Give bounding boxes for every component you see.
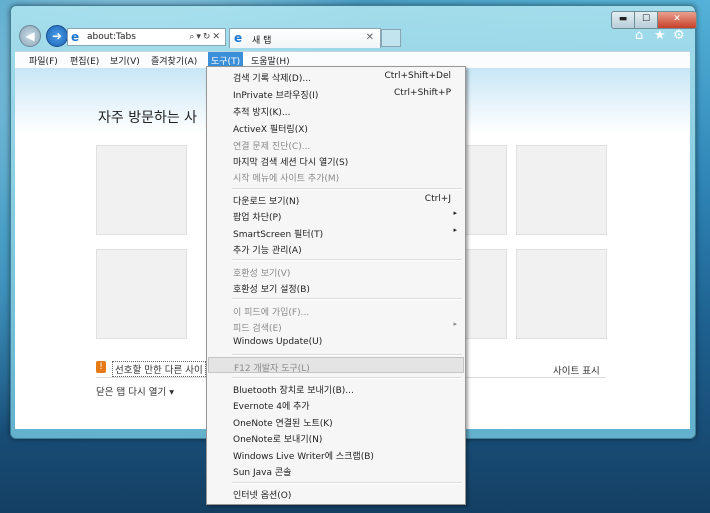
menu-item-label: 마지막 검색 세션 다시 열기(S) <box>233 158 349 168</box>
site-tile[interactable] <box>465 249 507 339</box>
gear-icon[interactable]: ⚙ <box>673 29 685 43</box>
minimize-button[interactable]: ▬ <box>611 11 635 29</box>
tab-close-icon[interactable]: ✕ <box>366 32 374 43</box>
menu-item-label: 검색 기록 삭제(D)... <box>233 74 311 84</box>
menu-item-label: 추가 기능 관리(A) <box>233 246 302 256</box>
menu-item-label: 팝업 차단(P) <box>233 213 282 223</box>
menu-separator <box>232 354 462 356</box>
menu-separator <box>232 298 462 300</box>
submenu-arrow-icon: ▸ <box>453 226 457 234</box>
menu-item-label: 호환성 보기 설정(B) <box>233 285 310 295</box>
maximize-button[interactable]: ☐ <box>634 11 658 29</box>
menu-item-onenote-linked[interactable]: OneNote 연결된 노트(K) <box>208 413 464 429</box>
menu-item-send-to-onenote[interactable]: OneNote로 보내기(N) <box>208 429 464 445</box>
menu-item-label: 시작 메뉴에 사이트 추가(M) <box>233 174 340 184</box>
address-bar[interactable]: e about:Tabs ⌕▾↻✕ <box>67 28 226 46</box>
menu-item-label: SmartScreen 필터(T) <box>233 230 324 240</box>
menu-item-label: OneNote 연결된 노트(K) <box>233 419 333 429</box>
menu-item-inprivate[interactable]: InPrivate 브라우징(I) Ctrl+Shift+P <box>208 85 464 101</box>
menu-item-delete-history[interactable]: 검색 기록 삭제(D)... Ctrl+Shift+Del <box>208 68 464 84</box>
menu-item-label: OneNote로 보내기(N) <box>233 435 323 445</box>
menu-item-label: F12 개발자 도구(L) <box>234 364 310 374</box>
site-tile[interactable] <box>516 145 607 235</box>
site-tile[interactable] <box>96 145 187 235</box>
menu-item-java-console[interactable]: Sun Java 콘솔 <box>208 462 464 478</box>
menu-item-label: 이 피드에 가입(F)... <box>233 308 310 318</box>
shortcut-label: Ctrl+J <box>424 194 451 204</box>
shortcut-label: Ctrl+Shift+Del <box>384 71 451 81</box>
suggested-sites-link[interactable]: 선호할 만한 다른 사이 <box>112 361 206 377</box>
show-sites-link[interactable]: 사이트 표시 <box>553 363 600 377</box>
lightbulb-icon: ! <box>96 361 106 373</box>
menu-item-label: 추적 방지(K)... <box>233 108 291 118</box>
menu-item-feed-discovery: 피드 검색(E) ▸ <box>208 318 464 334</box>
menu-item-label: 피드 검색(E) <box>233 324 282 334</box>
menu-item-label: Windows Update(U) <box>233 337 323 347</box>
menu-separator <box>232 259 462 261</box>
home-icon[interactable]: ⌂ <box>635 29 643 43</box>
site-tile[interactable] <box>516 249 607 339</box>
close-button[interactable]: ✕ <box>657 11 697 29</box>
submenu-arrow-icon: ▸ <box>453 209 457 217</box>
reopen-closed-tabs-button[interactable]: 닫은 탭 다시 열기 ▾ <box>96 384 174 398</box>
menu-item-subscribe-feed: 이 피드에 가입(F)... <box>208 302 464 318</box>
menu-item-live-writer[interactable]: Windows Live Writer에 스크랩(B) <box>208 446 464 462</box>
address-text[interactable]: about:Tabs <box>87 32 136 42</box>
menu-item-internet-options[interactable]: 인터넷 옵션(O) <box>208 485 464 501</box>
tab-new-tab[interactable]: e 새 탭 ✕ <box>229 28 381 48</box>
menu-separator <box>232 188 462 190</box>
menu-separator <box>232 482 462 484</box>
menu-item-smartscreen[interactable]: SmartScreen 필터(T) ▸ <box>208 224 464 240</box>
menu-item-activex-filtering[interactable]: ActiveX 필터링(X) <box>208 119 464 135</box>
tools-menu: 검색 기록 삭제(D)... Ctrl+Shift+Del InPrivate 브… <box>206 66 466 505</box>
menu-item-bluetooth[interactable]: Bluetooth 장치로 보내기(B)... <box>208 380 464 396</box>
menu-view[interactable]: 보기(V) <box>110 54 140 67</box>
menu-item-label: 연결 문제 진단(C)... <box>233 142 311 152</box>
star-icon[interactable]: ★ <box>654 29 666 43</box>
page-title: 자주 방문하는 사 <box>98 110 198 126</box>
menu-item-label: 호환성 보기(V) <box>233 269 291 279</box>
menu-item-tracking-protection[interactable]: 추적 방지(K)... <box>208 102 464 118</box>
menu-file[interactable]: 파일(F) <box>29 54 58 67</box>
tab-title: 새 탭 <box>252 36 272 46</box>
menu-item-label: Evernote 4에 추가 <box>233 402 310 412</box>
menu-item-label: Windows Live Writer에 스크랩(B) <box>233 452 374 462</box>
shortcut-label: Ctrl+Shift+P <box>394 88 451 98</box>
ie-logo-icon: e <box>234 31 243 45</box>
menu-item-manage-addons[interactable]: 추가 기능 관리(A) <box>208 240 464 256</box>
menu-item-label: 인터넷 옵션(O) <box>233 491 292 501</box>
submenu-arrow-icon: ▸ <box>453 320 457 328</box>
menu-item-windows-update[interactable]: Windows Update(U) <box>208 334 464 350</box>
menu-item-label: Sun Java 콘솔 <box>233 468 292 478</box>
site-tile[interactable] <box>96 249 187 339</box>
back-arrow-icon[interactable]: ◀ <box>19 25 41 47</box>
address-controls[interactable]: ⌕▾↻✕ <box>189 32 222 42</box>
menu-item-reopen-session[interactable]: 마지막 검색 세션 다시 열기(S) <box>208 152 464 168</box>
menu-item-label: 다운로드 보기(N) <box>233 197 300 207</box>
menu-item-downloads[interactable]: 다운로드 보기(N) Ctrl+J <box>208 191 464 207</box>
menu-item-diagnose: 연결 문제 진단(C)... <box>208 136 464 152</box>
menu-item-label: InPrivate 브라우징(I) <box>233 91 319 101</box>
menu-edit[interactable]: 편집(E) <box>70 54 99 67</box>
menu-item-compat-settings[interactable]: 호환성 보기 설정(B) <box>208 279 464 295</box>
forward-arrow-icon[interactable]: ➜ <box>46 25 68 47</box>
menu-item-f12-devtools: F12 개발자 도구(L) <box>208 357 464 374</box>
menu-separator <box>232 377 462 379</box>
menu-favorites[interactable]: 즐겨찾기(A) <box>151 54 197 67</box>
new-tab-button[interactable] <box>381 29 401 47</box>
site-tile[interactable] <box>465 145 507 235</box>
ie-logo-icon: e <box>71 30 80 44</box>
menu-item-label: Bluetooth 장치로 보내기(B)... <box>233 386 354 396</box>
menu-item-label: ActiveX 필터링(X) <box>233 125 308 135</box>
menu-item-evernote[interactable]: Evernote 4에 추가 <box>208 396 464 412</box>
menu-item-popup-blocker[interactable]: 팝업 차단(P) ▸ <box>208 207 464 223</box>
menu-item-compat-view: 호환성 보기(V) <box>208 263 464 279</box>
menu-item-add-start-menu: 시작 메뉴에 사이트 추가(M) <box>208 168 464 184</box>
